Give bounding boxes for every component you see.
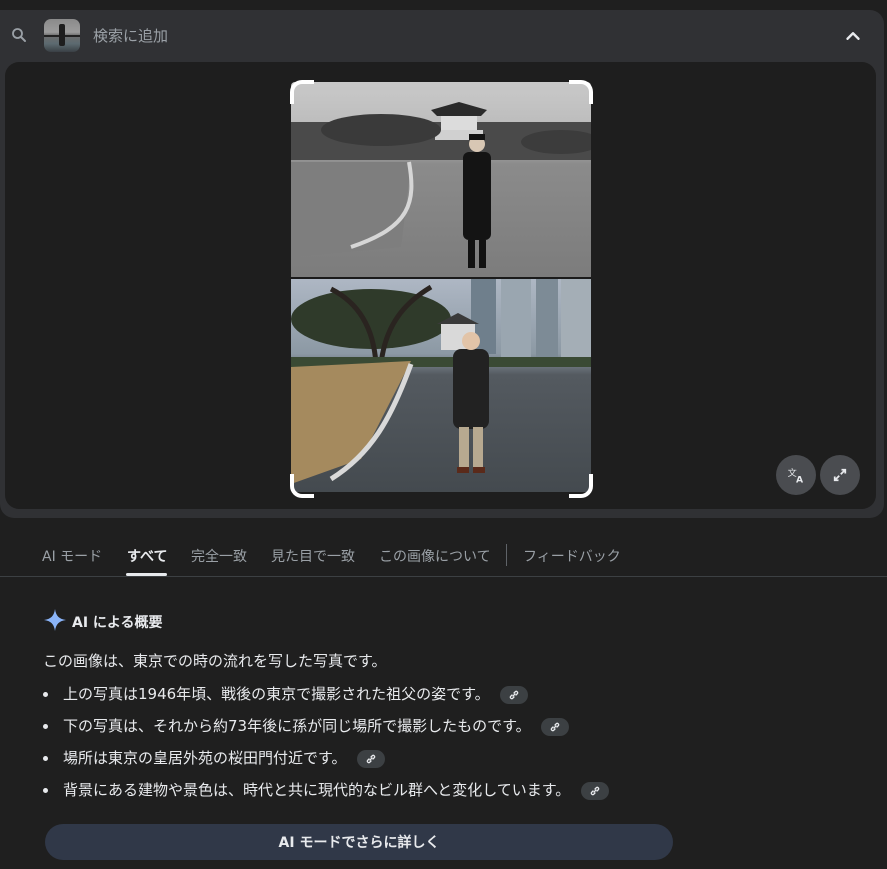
bullet-dot bbox=[43, 756, 48, 761]
bullet-text: 下の写真は、それから約73年後に孫が同じ場所で撮影したものです。 bbox=[63, 717, 531, 735]
crop-handle-bottom-left[interactable] bbox=[290, 474, 314, 498]
list-item: 下の写真は、それから約73年後に孫が同じ場所で撮影したものです。 bbox=[43, 715, 609, 747]
active-tab-indicator bbox=[126, 573, 167, 576]
visual-search-panel: 検索に追加 文 A bbox=[0, 10, 884, 518]
ai-mode-more-button[interactable]: AI モードでさらに詳しく bbox=[45, 824, 673, 860]
list-item: 場所は東京の皇居外苑の桜田門付近です。 bbox=[43, 747, 609, 779]
translate-icon: 文 A bbox=[788, 467, 804, 486]
result-tabs: AI モード すべて 完全一致 見た目で一致 この画像について フィードバック bbox=[0, 532, 887, 577]
crop-handle-top-left[interactable] bbox=[290, 80, 314, 104]
bullet-text: 背景にある建物や景色は、時代と共に現代的なビル群へと変化しています。 bbox=[63, 781, 571, 799]
link-icon bbox=[510, 690, 519, 699]
ai-overview-intro: この画像は、東京での時の流れを写した写真です。 bbox=[43, 652, 387, 670]
image-crop-stage: 文 A bbox=[5, 62, 876, 509]
source-link-button[interactable] bbox=[357, 749, 386, 768]
query-photo bbox=[291, 82, 591, 492]
chevron-up-icon[interactable] bbox=[842, 25, 864, 47]
bullet-dot bbox=[43, 724, 48, 729]
ai-overview-title: AI による概要 bbox=[72, 615, 163, 631]
photo-top-vintage bbox=[291, 82, 591, 277]
svg-text:A: A bbox=[796, 475, 804, 486]
tab-all[interactable]: すべて bbox=[127, 546, 167, 566]
translate-button[interactable]: 文 A bbox=[776, 455, 816, 495]
bullet-text: 上の写真は1946年頃、戦後の東京で撮影された祖父の姿です。 bbox=[63, 685, 490, 703]
expand-button[interactable] bbox=[820, 455, 860, 495]
tab-visual-match[interactable]: 見た目で一致 bbox=[271, 546, 355, 566]
sparkle-icon bbox=[44, 609, 66, 631]
tab-divider bbox=[506, 544, 507, 566]
link-icon bbox=[590, 786, 600, 795]
source-link-button[interactable] bbox=[541, 717, 570, 736]
query-image-thumbnail[interactable] bbox=[44, 19, 80, 52]
bullet-dot bbox=[43, 692, 48, 697]
expand-icon bbox=[833, 468, 847, 482]
vintage-scene bbox=[291, 102, 591, 268]
modern-scene bbox=[291, 279, 591, 484]
tab-feedback[interactable]: フィードバック bbox=[523, 546, 621, 566]
source-link-button[interactable] bbox=[500, 685, 529, 704]
tab-about-image[interactable]: この画像について bbox=[379, 546, 491, 566]
crop-handle-bottom-right[interactable] bbox=[569, 474, 593, 498]
crop-handle-top-right[interactable] bbox=[569, 80, 593, 104]
list-item: 上の写真は1946年頃、戦後の東京で撮影された祖父の姿です。 bbox=[43, 683, 609, 715]
photo-bottom-modern bbox=[291, 279, 591, 492]
source-link-button[interactable] bbox=[581, 781, 610, 800]
list-item: 背景にある建物や景色は、時代と共に現代的なビル群へと変化しています。 bbox=[43, 779, 610, 811]
tab-ai-mode[interactable]: AI モード bbox=[42, 546, 102, 566]
search-input[interactable]: 検索に追加 bbox=[93, 25, 168, 46]
bullet-text: 場所は東京の皇居外苑の桜田門付近です。 bbox=[63, 749, 347, 767]
search-icon bbox=[12, 28, 26, 42]
bullet-dot bbox=[43, 788, 48, 793]
link-icon bbox=[367, 754, 376, 763]
tab-exact-match[interactable]: 完全一致 bbox=[191, 546, 247, 566]
search-header: 検索に追加 bbox=[0, 10, 884, 62]
link-icon bbox=[551, 722, 560, 731]
ai-overview-bullets: 上の写真は1946年頃、戦後の東京で撮影された祖父の姿です。 下の写真は、それか… bbox=[43, 683, 610, 811]
